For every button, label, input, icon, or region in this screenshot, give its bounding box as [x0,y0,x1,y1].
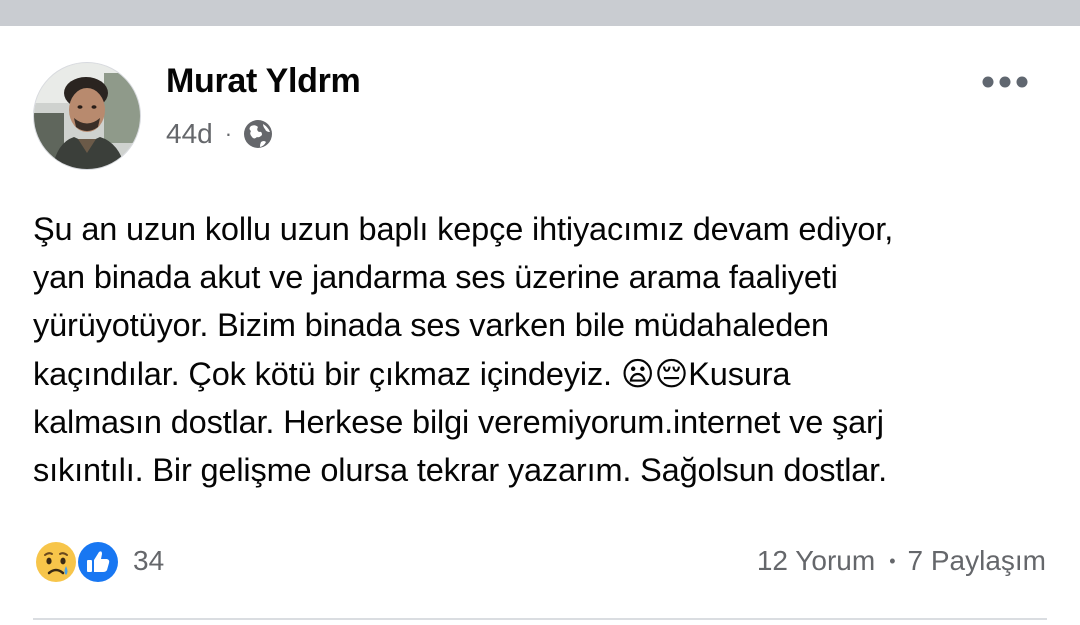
more-options-button[interactable] [972,60,1038,104]
top-strip [0,0,1080,26]
globe-icon[interactable] [242,118,274,150]
engagement-counts: 12 Yorum • 7 Paylaşım [757,541,1046,581]
reactions-summary[interactable]: 34 [33,537,164,585]
sad-emoji-icon [34,540,78,584]
author-name[interactable]: Murat Yldrm [166,62,361,101]
divider [33,618,1047,620]
meta-separator: · [224,121,233,146]
comment-count-link[interactable]: 12 Yorum [757,545,875,577]
post-meta: 44d · [166,116,274,152]
like-icon [76,540,120,584]
share-count-link[interactable]: 7 Paylaşım [908,545,1047,577]
more-options-icon [982,76,1028,88]
post-text: Şu an uzun kollu uzun baplı kepçe ihtiya… [33,211,894,489]
engagement-separator: • [889,550,896,571]
reaction-count: 34 [133,545,165,576]
reaction-icons [33,537,125,585]
avatar-image [34,63,140,169]
author-avatar[interactable] [33,62,141,170]
post-timestamp[interactable]: 44d [166,118,213,150]
